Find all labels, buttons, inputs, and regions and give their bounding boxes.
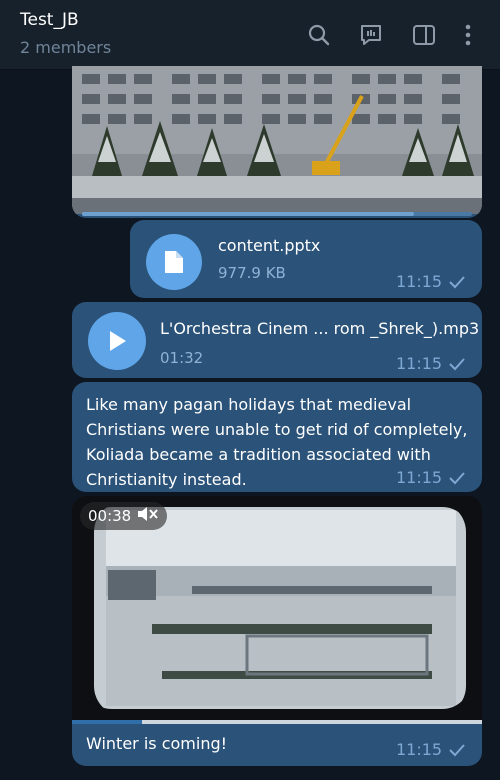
- video-caption[interactable]: Winter is coming!: [86, 734, 227, 753]
- video-duration-badge: 00:38: [80, 502, 168, 530]
- check-icon: [448, 357, 466, 371]
- video-progress-bar[interactable]: [72, 720, 482, 724]
- search-icon[interactable]: [306, 22, 332, 48]
- chat-title[interactable]: Test_JB: [20, 10, 79, 30]
- file-message[interactable]: content.pptx 977.9 KB 11:15: [130, 220, 482, 298]
- message-time-text: 11:15: [396, 354, 443, 373]
- video-message[interactable]: 00:38 Winter is coming! 11:15: [72, 496, 482, 766]
- audio-duration: 01:32: [160, 349, 204, 367]
- file-size: 977.9 KB: [218, 264, 286, 282]
- message-time-text: 11:15: [396, 468, 443, 487]
- photo-image[interactable]: [72, 66, 482, 214]
- video-progress-fill: [72, 720, 142, 724]
- members-count[interactable]: 2 members: [20, 38, 111, 57]
- message-time-text: 11:15: [396, 272, 443, 291]
- message-time: 11:15: [396, 272, 466, 291]
- chat-bubble-icon[interactable]: [358, 22, 384, 48]
- photo-progress-fill: [82, 212, 414, 216]
- message-time: 11:15: [396, 740, 466, 759]
- play-icon[interactable]: [88, 312, 146, 370]
- message-time-text: 11:15: [396, 740, 443, 759]
- sidebar-toggle-icon[interactable]: [411, 22, 437, 48]
- audio-title[interactable]: L'Orchestra Cinem ... rom _Shrek_).mp3: [160, 319, 479, 338]
- file-icon[interactable]: [146, 234, 202, 290]
- photo-message[interactable]: [72, 66, 482, 218]
- file-name[interactable]: content.pptx: [218, 236, 320, 255]
- more-vertical-icon[interactable]: [458, 22, 478, 48]
- check-icon: [448, 471, 466, 485]
- check-icon: [448, 743, 466, 757]
- message-time: 11:15: [396, 354, 466, 373]
- mute-icon[interactable]: [137, 506, 159, 526]
- video-duration: 00:38: [88, 507, 132, 525]
- check-icon: [448, 275, 466, 289]
- chat-header: Test_JB 2 members: [0, 0, 500, 70]
- photo-progress-bar: [82, 212, 472, 216]
- text-message[interactable]: Like many pagan holidays that medieval C…: [72, 382, 482, 492]
- audio-message[interactable]: L'Orchestra Cinem ... rom _Shrek_).mp3 0…: [72, 302, 482, 378]
- message-time: 11:15: [396, 468, 466, 487]
